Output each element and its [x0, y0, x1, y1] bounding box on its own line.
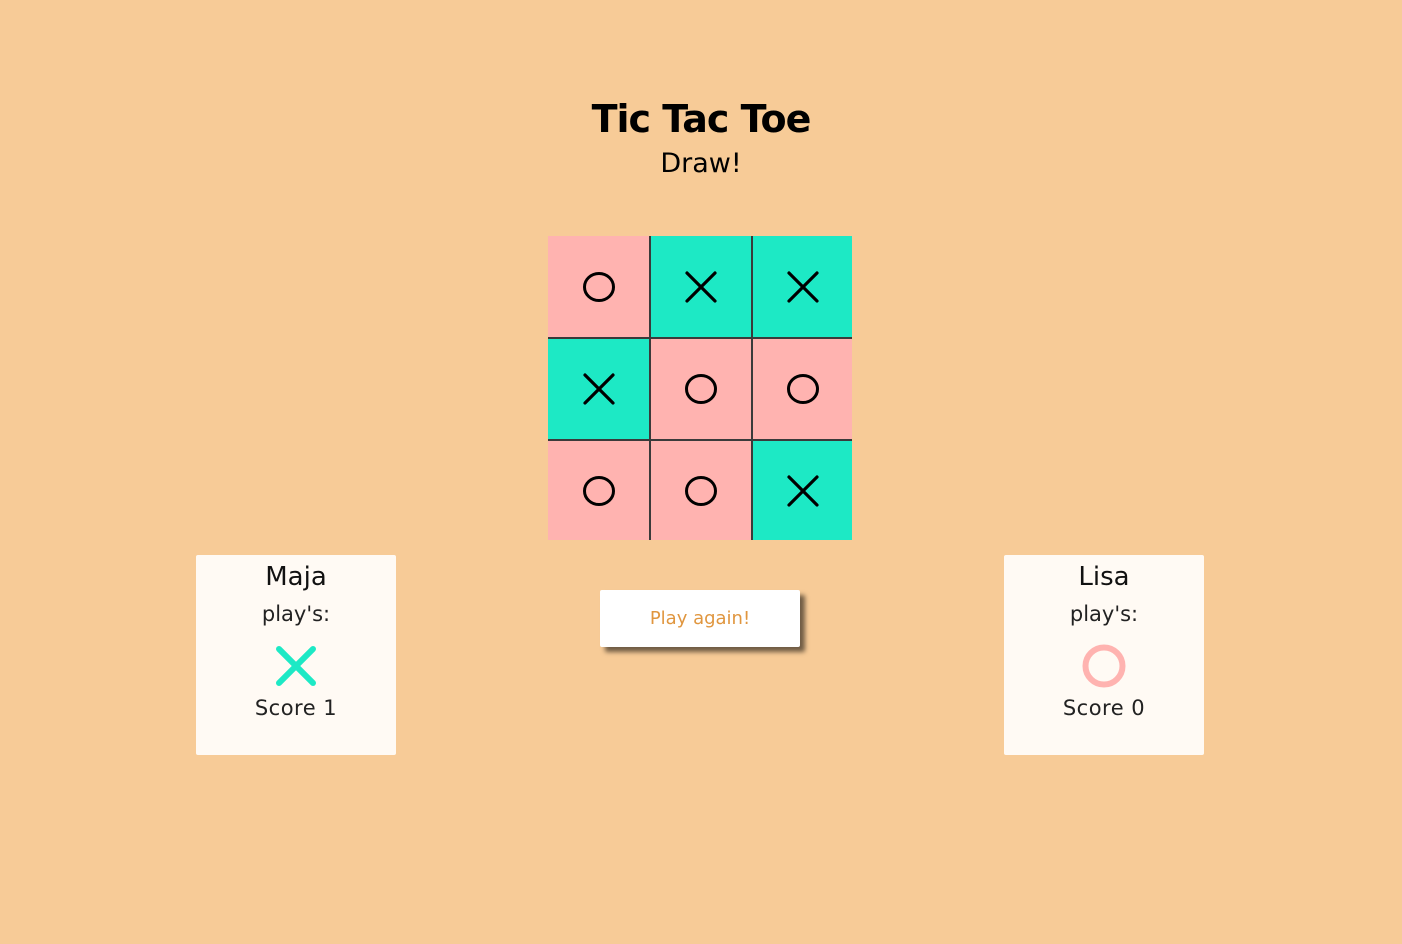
board-cell-6[interactable] [751, 337, 852, 439]
board-cell-2[interactable] [649, 236, 751, 337]
player-card-2: Lisa play's: Score 0 [1004, 555, 1204, 755]
player-name: Lisa [1078, 562, 1130, 592]
x-mark-icon [274, 644, 318, 688]
game-status: Draw! [660, 148, 742, 179]
x-mark-icon [582, 373, 615, 405]
o-mark-icon [582, 271, 615, 302]
player-name: Maja [265, 562, 327, 592]
board-cell-3[interactable] [751, 236, 852, 337]
board-cell-7[interactable] [548, 439, 649, 540]
player-plays-label: play's: [261, 602, 331, 626]
x-mark-icon [786, 270, 819, 303]
x-mark-icon [685, 270, 717, 303]
player-plays-label: play's: [1069, 602, 1139, 626]
o-mark-icon [685, 475, 717, 506]
board-cell-9[interactable] [751, 439, 852, 540]
page-title: Tic Tac Toe [591, 97, 812, 141]
o-mark-icon [582, 475, 615, 506]
game-board [548, 236, 852, 540]
player-score: Score 0 [1062, 696, 1146, 720]
player-card-1: Maja play's: Score 1 [196, 555, 396, 755]
o-mark-icon [685, 374, 717, 404]
board-cell-8[interactable] [649, 439, 751, 540]
x-mark-icon [786, 474, 819, 507]
play-again-button[interactable]: Play again! [600, 590, 800, 647]
board-cell-4[interactable] [548, 337, 649, 439]
o-mark-icon [786, 374, 819, 404]
board-cell-5[interactable] [649, 337, 751, 439]
o-mark-icon [1082, 644, 1126, 688]
player-score: Score 1 [254, 696, 338, 720]
board-cell-1[interactable] [548, 236, 649, 337]
